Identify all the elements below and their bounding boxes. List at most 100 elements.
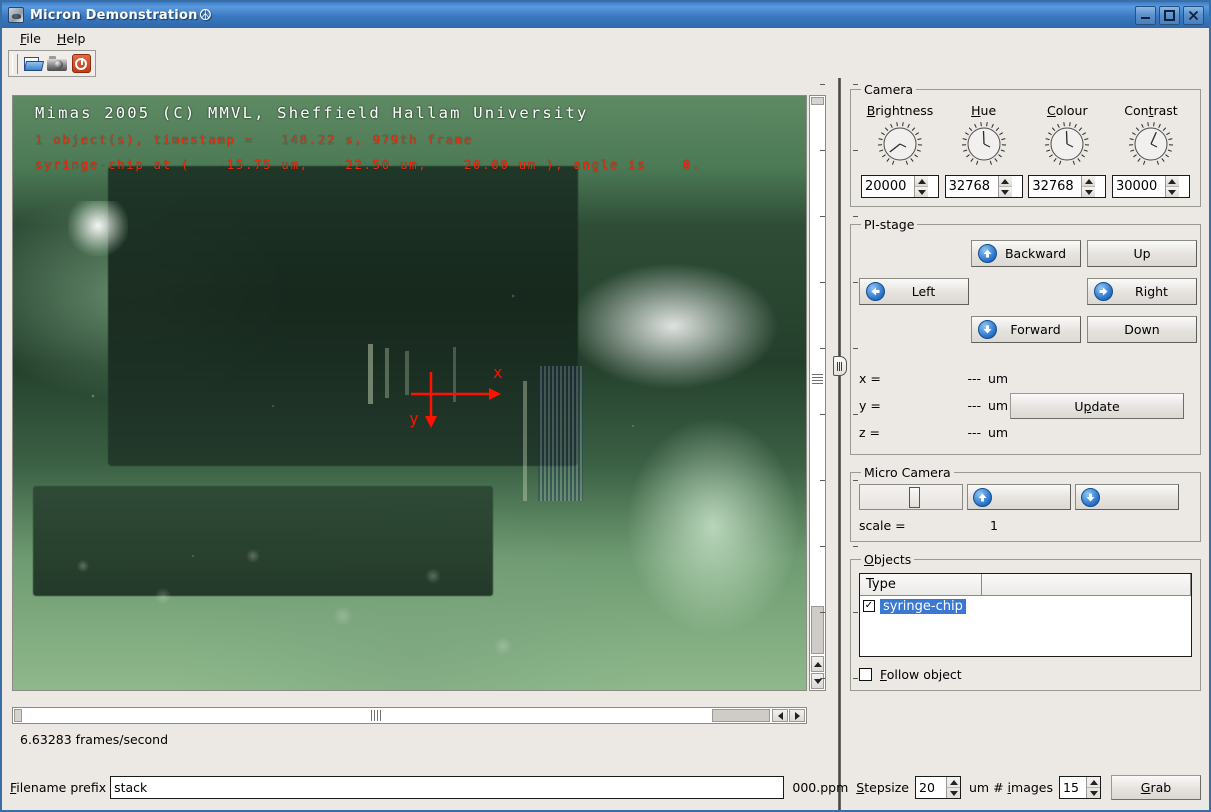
x-axis-label: x = [859, 371, 881, 386]
open-file-button[interactable] [21, 52, 45, 75]
stepsize-increment[interactable] [947, 777, 960, 788]
colour-dial[interactable] [1028, 120, 1106, 171]
quit-button[interactable] [69, 52, 93, 75]
colour-increment[interactable] [1082, 176, 1096, 187]
table-row[interactable]: ✓ syringe-chip [860, 596, 1191, 616]
horizontal-scroll-thumb[interactable] [712, 709, 770, 722]
maximize-button[interactable] [1159, 5, 1180, 25]
video-horizontal-scrollbar[interactable] [12, 707, 807, 724]
colour-input[interactable] [1029, 176, 1082, 197]
title-bar: Micron Demonstration ☮ [2, 2, 1209, 28]
micro-camera-slider-thumb[interactable] [909, 487, 920, 508]
scroll-right-button[interactable] [789, 709, 805, 722]
grab-image-button[interactable] [45, 52, 69, 75]
column-header-blank[interactable] [982, 574, 1191, 595]
contrast-spinner[interactable] [1111, 175, 1190, 198]
scale-value: 1 [990, 518, 998, 533]
toolbar-drag-handle[interactable] [12, 53, 18, 74]
video-display[interactable]: Mimas 2005 (C) MMVL, Sheffield Hallam Un… [12, 95, 807, 691]
coord-row-x: x = --- um [859, 365, 1192, 392]
images-decrement[interactable] [1087, 788, 1100, 798]
micro-camera-up-button[interactable] [967, 484, 1071, 510]
forward-button-label: Forward [1010, 322, 1061, 337]
colour-spinner[interactable] [1028, 175, 1107, 198]
stepsize-decrement[interactable] [947, 788, 960, 798]
horizontal-scroll-thumb-left[interactable] [14, 709, 22, 722]
hue-spin-arrows[interactable] [997, 176, 1012, 197]
micro-camera-slider[interactable] [859, 484, 963, 510]
column-header-type[interactable]: Type [860, 574, 982, 595]
splitter-bar [838, 78, 841, 810]
stepsize-spin-arrows[interactable] [946, 777, 960, 798]
filename-prefix-input[interactable] [110, 776, 785, 799]
micro-camera-legend: Micro Camera [864, 465, 951, 480]
brightness-decrement[interactable] [915, 187, 928, 197]
z-axis-value: --- [967, 425, 981, 440]
images-spin-arrows[interactable] [1086, 777, 1100, 798]
stepsize-label-text: tepsize [864, 780, 909, 795]
left-button[interactable]: Left [859, 278, 969, 305]
brightness-dial[interactable] [861, 120, 939, 171]
contrast-label: Contrast [1124, 103, 1178, 118]
electrode-band [538, 366, 583, 501]
micro-camera-panel: Micro Camera scale = 1 [850, 465, 1201, 542]
contrast-input[interactable] [1112, 176, 1165, 197]
images-input[interactable] [1060, 777, 1086, 798]
images-increment[interactable] [1087, 777, 1100, 788]
hue-increment[interactable] [998, 176, 1012, 187]
contrast-spin-arrows[interactable] [1164, 176, 1179, 197]
brightness-increment[interactable] [915, 176, 928, 187]
camera-panel: Camera Brightness Hue Colour Contrast [850, 82, 1201, 207]
micro-camera-down-icon [1081, 487, 1100, 507]
contrast-decrement[interactable] [1165, 187, 1179, 197]
menu-help[interactable]: Help [49, 29, 94, 48]
right-button[interactable]: Right [1087, 278, 1197, 305]
left-button-label: Left [911, 284, 936, 299]
y-axis-value: --- [967, 398, 981, 413]
objects-legend: Objects [864, 552, 912, 567]
backward-button[interactable]: Backward [971, 240, 1081, 267]
down-button-label: Down [1124, 322, 1160, 337]
stepsize-spinner[interactable] [915, 776, 961, 799]
pane-splitter[interactable] [820, 78, 858, 810]
images-spinner[interactable] [1059, 776, 1101, 799]
colour-spin-arrows[interactable] [1081, 176, 1096, 197]
micro-camera-down-button[interactable] [1075, 484, 1179, 510]
update-button[interactable]: Update [1010, 393, 1184, 419]
brightness-spinner[interactable] [861, 175, 939, 198]
close-button[interactable] [1183, 5, 1204, 25]
follow-object-row[interactable]: Follow object [859, 667, 1192, 682]
grab-button-label: Grab [1140, 780, 1172, 795]
object-enabled-checkbox[interactable]: ✓ [863, 600, 875, 612]
hue-decrement[interactable] [998, 187, 1012, 197]
up-button[interactable]: Up [1087, 240, 1197, 267]
follow-object-checkbox[interactable] [859, 668, 872, 681]
video-viewport: Mimas 2005 (C) MMVL, Sheffield Hallam Un… [12, 95, 830, 705]
objects-table[interactable]: Type ✓ syringe-chip [859, 573, 1192, 657]
menu-file[interactable]: File [12, 29, 49, 48]
brightness-input[interactable] [862, 176, 914, 197]
contrast-dial[interactable] [1112, 120, 1190, 171]
hue-label-text: ue [980, 103, 997, 118]
grab-button[interactable]: Grab [1111, 775, 1201, 800]
needle-stripe [523, 381, 527, 501]
stepsize-input[interactable] [916, 777, 946, 798]
object-type-value[interactable]: syringe-chip [880, 598, 966, 614]
hue-dial[interactable] [945, 120, 1023, 171]
hue-spinner[interactable] [944, 175, 1023, 198]
scroll-left-button[interactable] [772, 709, 788, 722]
micro-camera-scale-row: scale = 1 [859, 518, 1192, 533]
colour-decrement[interactable] [1082, 187, 1096, 197]
horizontal-scroll-grip[interactable] [371, 710, 383, 721]
main-content: Mimas 2005 (C) MMVL, Sheffield Hallam Un… [2, 78, 1209, 810]
title-decoration-icon: ☮ [198, 6, 213, 24]
z-axis-label: z = [859, 425, 881, 440]
forward-button[interactable]: Forward [971, 316, 1081, 343]
minimize-button[interactable] [1135, 5, 1156, 25]
contrast-increment[interactable] [1165, 176, 1179, 187]
x-axis-value: --- [967, 371, 981, 386]
hue-input[interactable] [945, 176, 998, 197]
ppm-label: 000.ppm [792, 780, 849, 795]
down-button[interactable]: Down [1087, 316, 1197, 343]
brightness-spin-arrows[interactable] [914, 176, 928, 197]
